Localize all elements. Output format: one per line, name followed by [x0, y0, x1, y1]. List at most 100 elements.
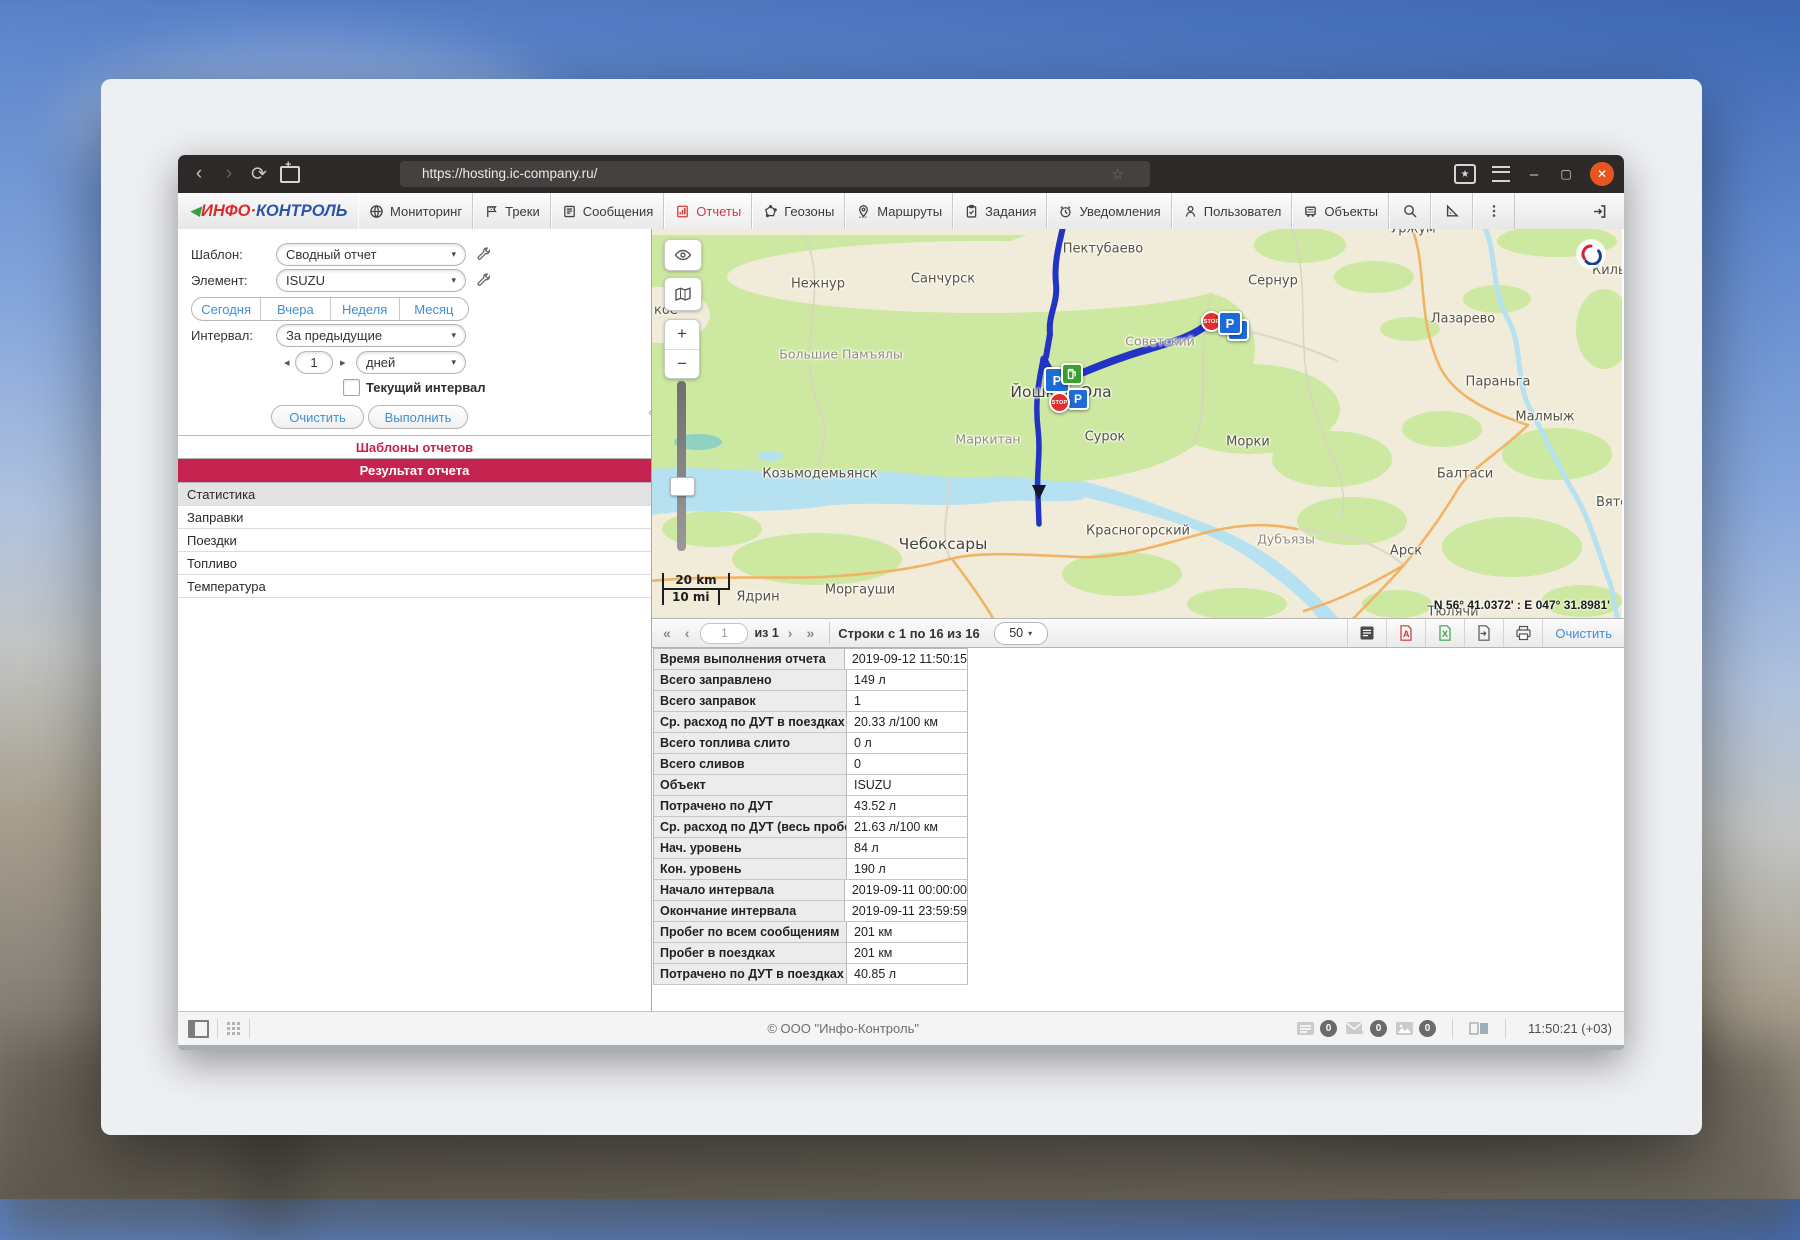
table-view-button[interactable] [1347, 619, 1386, 647]
run-report-button[interactable]: Выполнить [368, 405, 468, 429]
maximize-button[interactable]: ▢ [1558, 167, 1574, 181]
range-today-button[interactable]: Сегодня [192, 298, 261, 320]
map-label: Сернур [1248, 274, 1298, 289]
chevron-down-icon: ▾ [1028, 629, 1032, 638]
interval-unit-select[interactable]: дней▾ [356, 351, 466, 374]
interval-count-input[interactable]: 1 [295, 351, 333, 374]
zoom-out-button[interactable]: − [665, 350, 699, 379]
status-bar: © ООО "Инфо-Контроль" 0 0 0 11:50:21 (+0… [178, 1011, 1624, 1045]
tab-notifications[interactable]: Уведомления [1047, 193, 1171, 229]
measure-button[interactable] [1431, 193, 1473, 229]
toggle-sidebar-button[interactable] [188, 1020, 209, 1038]
element-select[interactable]: ISUZU▾ [276, 269, 466, 292]
last-page-button[interactable]: » [799, 625, 821, 641]
search-button[interactable] [1389, 193, 1431, 229]
zoom-in-button[interactable]: + [665, 320, 699, 350]
tab-label: Уведомления [1079, 204, 1160, 219]
page-size-select[interactable]: 50 ▾ [994, 622, 1048, 645]
range-yesterday-button[interactable]: Вчера [261, 298, 330, 320]
tab-geozones[interactable]: Геозоны [752, 193, 845, 229]
export-pdf-button[interactable]: A [1386, 619, 1425, 647]
increment-button[interactable]: ▸ [340, 356, 346, 369]
list-item-trips[interactable]: Поездки [178, 529, 651, 552]
section-report-templates[interactable]: Шаблоны отчетов [178, 436, 651, 459]
page-number-input[interactable]: 1 [700, 623, 748, 644]
clear-form-button[interactable]: Очистить [271, 405, 364, 429]
tab-objects[interactable]: Объекты [1292, 193, 1389, 229]
section-report-result[interactable]: Результат отчета [178, 459, 651, 483]
map-label: Козьмодемьянск [762, 467, 877, 482]
mail-icon[interactable] [1345, 1021, 1366, 1036]
clipboard-check-icon [964, 204, 979, 219]
person-icon [1183, 204, 1198, 219]
logout-icon [1591, 203, 1608, 220]
map-label: Маркитан [955, 432, 1020, 447]
back-button[interactable]: ‹ [184, 163, 214, 185]
stop-marker[interactable]: STOP [1049, 392, 1070, 413]
layers-button[interactable] [664, 277, 702, 311]
list-item-fuel[interactable]: Топливо [178, 552, 651, 575]
parking-marker[interactable]: P [1067, 388, 1089, 410]
tab-tracks[interactable]: Треки [473, 193, 551, 229]
template-settings-button[interactable] [476, 246, 492, 262]
element-settings-button[interactable] [476, 272, 492, 288]
titlebar-controls: ★ – ▢ ✕ [1454, 155, 1614, 193]
table-row: Потрачено по ДУТ в поездках40.85 л [654, 964, 967, 985]
tab-users[interactable]: Пользовател [1172, 193, 1293, 229]
table-row: Всего заправок1 [654, 691, 967, 712]
menu-icon[interactable] [1492, 166, 1510, 182]
tab-messages[interactable]: Сообщения [551, 193, 665, 229]
row-value: 21.63 л/100 км [847, 817, 967, 837]
map[interactable]: Пектубаево Нежнур Санчурск Уржум Сернур … [652, 229, 1622, 618]
reload-button[interactable]: ⟳ [244, 163, 274, 186]
export-file-button[interactable] [1464, 619, 1503, 647]
zoom-slider-track[interactable] [677, 381, 686, 551]
list-item-statistics[interactable]: Статистика [178, 483, 651, 506]
parking-marker[interactable]: P [1218, 311, 1242, 335]
bookmark-star-icon[interactable]: ☆ [1111, 161, 1124, 187]
map-label: Санчурск [911, 272, 975, 287]
app-logo[interactable]: ◀ ИНФО · КОНТРОЛЬ [178, 193, 358, 229]
zoom-slider-handle[interactable] [670, 477, 695, 496]
logout-button[interactable] [1582, 193, 1616, 229]
more-menu-button[interactable] [1473, 193, 1515, 229]
decrement-button[interactable]: ◂ [284, 356, 290, 369]
map-provider-logo[interactable] [1576, 239, 1606, 269]
row-value: 20.33 л/100 км [847, 712, 967, 732]
url-bar[interactable]: https://hosting.ic-company.ru/ ☆ [400, 161, 1150, 187]
page-count-label: из 1 [754, 626, 778, 640]
next-page-button[interactable]: › [781, 625, 800, 641]
visibility-button[interactable] [664, 239, 702, 271]
list-item-refuels[interactable]: Заправки [178, 506, 651, 529]
current-interval-checkbox[interactable] [343, 379, 360, 396]
close-button[interactable]: ✕ [1590, 162, 1614, 186]
page-size-value: 50 [1009, 626, 1023, 640]
cards-view-icon[interactable] [1469, 1021, 1489, 1036]
range-week-button[interactable]: Неделя [331, 298, 400, 320]
row-value: 2019-09-11 00:00:00 [845, 880, 967, 900]
minimize-button[interactable]: – [1526, 166, 1542, 183]
forward-button[interactable]: › [214, 163, 244, 185]
interval-select[interactable]: За предыдущие▾ [276, 324, 466, 347]
photo-icon[interactable] [1395, 1021, 1415, 1036]
notifications-icon[interactable] [1296, 1021, 1316, 1036]
export-excel-button[interactable]: X [1425, 619, 1464, 647]
fuel-station-marker[interactable] [1061, 363, 1083, 385]
tab-tasks[interactable]: Задания [953, 193, 1047, 229]
template-select[interactable]: Сводный отчет▾ [276, 243, 466, 266]
grid-view-button[interactable] [226, 1021, 241, 1036]
tab-reports[interactable]: Отчеты [664, 193, 752, 229]
bookmarks-icon[interactable]: ★ [1454, 164, 1476, 184]
new-window-icon[interactable] [280, 166, 300, 183]
prev-page-button[interactable]: ‹ [678, 625, 697, 641]
row-label: Кон. уровень [654, 859, 847, 879]
print-button[interactable] [1503, 619, 1542, 647]
rows-info: Строки с 1 по 16 из 16 [838, 626, 979, 641]
tab-monitoring[interactable]: Мониторинг [358, 193, 473, 229]
list-item-temperature[interactable]: Температура [178, 575, 651, 598]
interval-unit-value: дней [366, 355, 395, 370]
clear-results-button[interactable]: Очистить [1542, 619, 1624, 647]
first-page-button[interactable]: « [656, 625, 678, 641]
range-month-button[interactable]: Месяц [400, 298, 468, 320]
tab-routes[interactable]: Маршруты [845, 193, 953, 229]
